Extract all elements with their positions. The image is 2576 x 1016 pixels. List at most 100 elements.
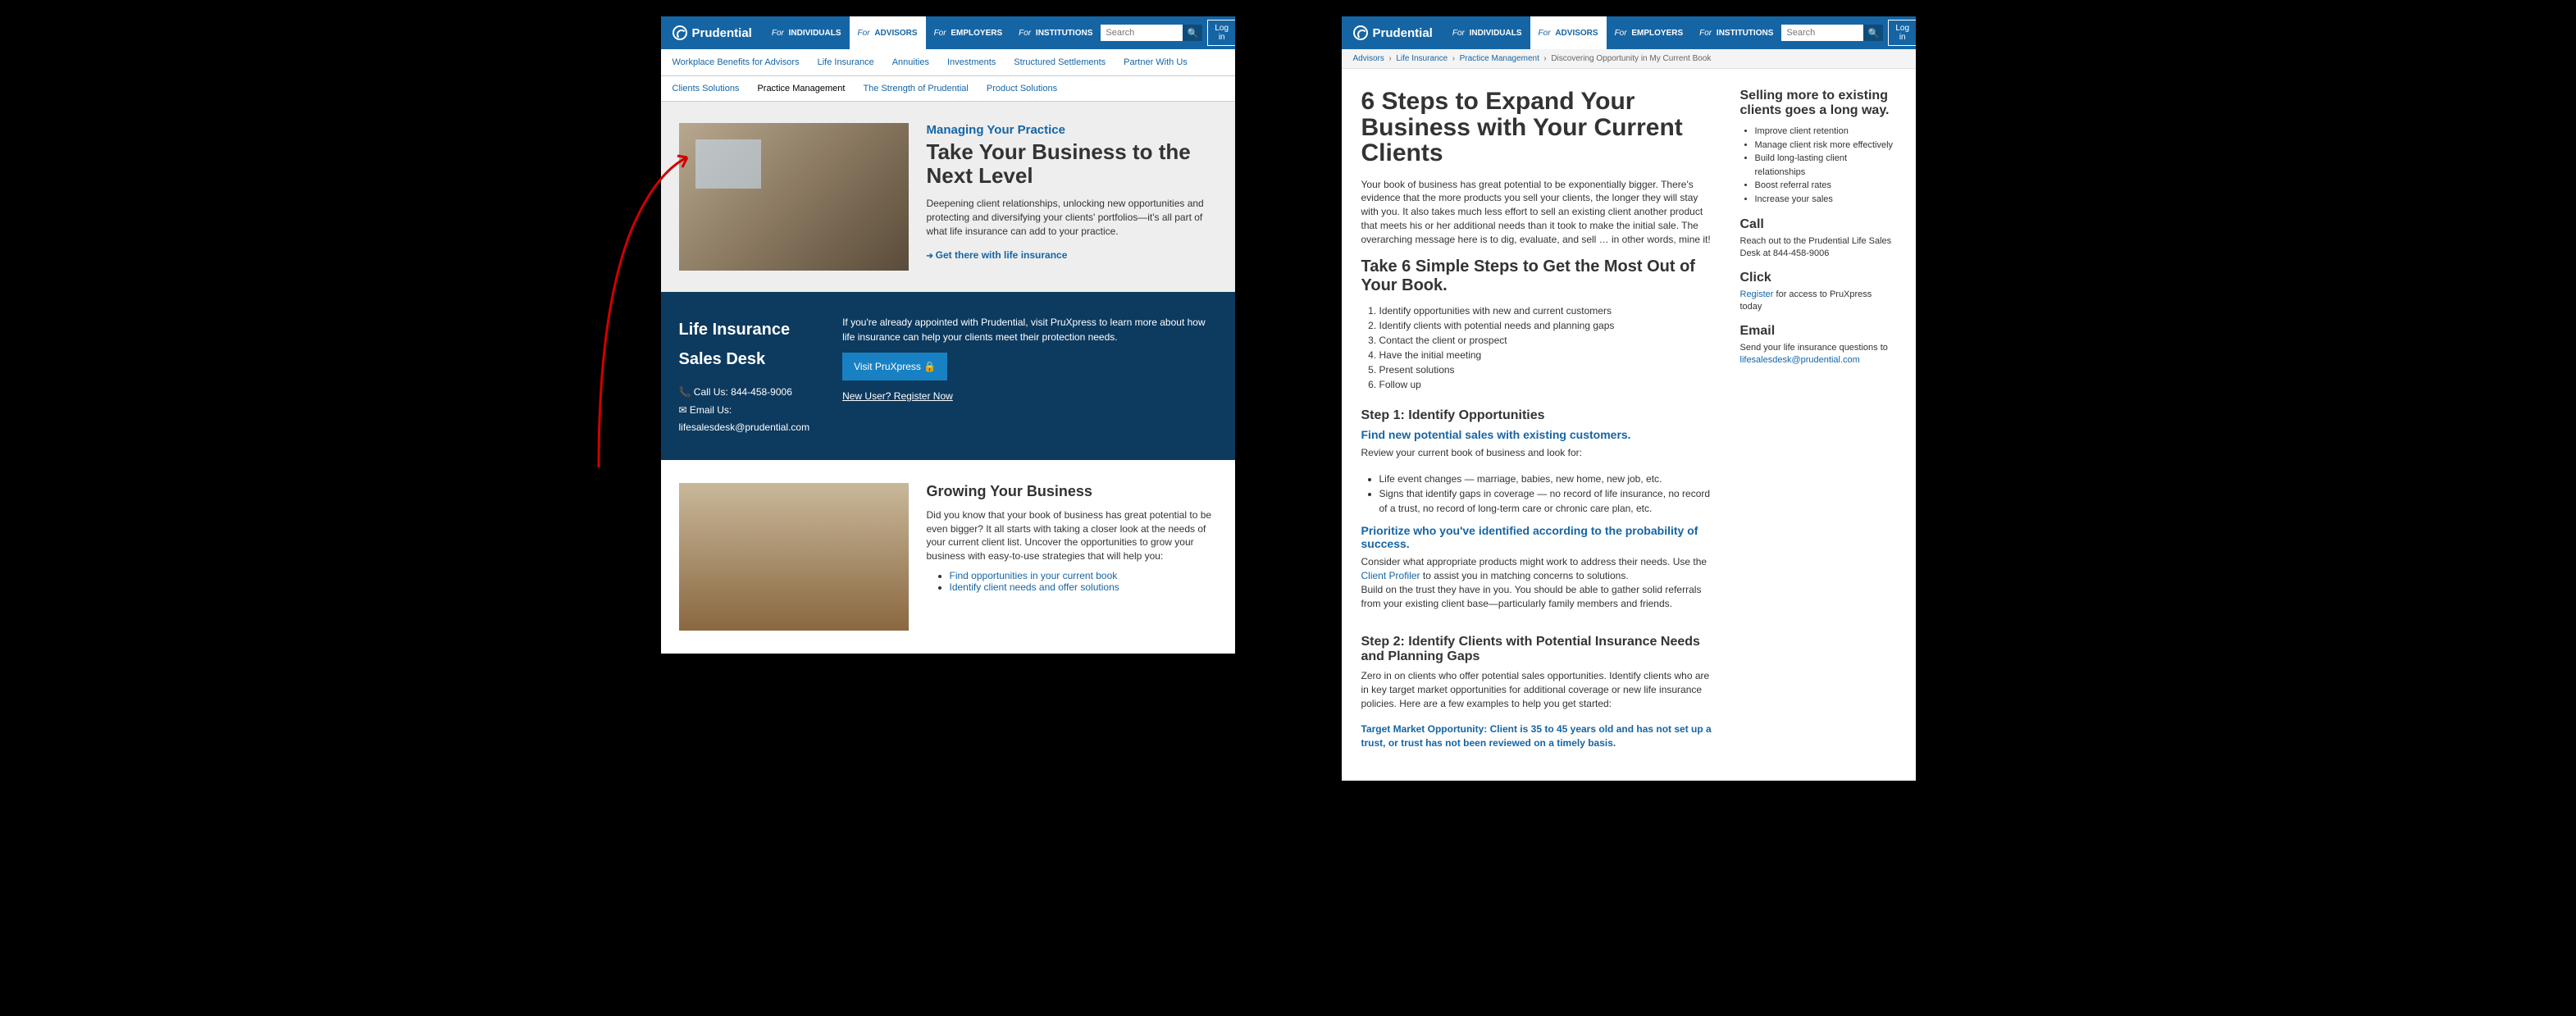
browser-left: Prudential For INDIVIDUALS For ADVISORS … [661, 16, 1235, 654]
step-item: Follow up [1379, 377, 1716, 392]
list-item: Boost referral rates [1755, 179, 1896, 193]
step-item: Contact the client or prospect [1379, 333, 1716, 348]
logo-icon [672, 25, 687, 40]
search-button[interactable]: 🔍 [1863, 25, 1883, 41]
side-click-heading: Click [1740, 271, 1896, 285]
audience-nav: For INDIVIDUALS For ADVISORS For EMPLOYE… [764, 16, 1101, 49]
step1-bullets: Life event changes — marriage, babies, n… [1361, 472, 1716, 516]
step-item: Present solutions [1379, 362, 1716, 377]
search-input[interactable] [1781, 25, 1863, 41]
top-tools: 🔍 Log in Open an account [1101, 16, 1234, 51]
step-item: Have the initial meeting [1379, 348, 1716, 362]
search: 🔍 [1101, 25, 1202, 41]
login-button[interactable]: Log in [1207, 20, 1234, 46]
hero-image [679, 123, 909, 271]
nav-individuals[interactable]: For INDIVIDUALS [764, 16, 850, 49]
step-item: Identify opportunities with new and curr… [1379, 303, 1716, 318]
section-subnav: Clients Solutions Practice Management Th… [661, 76, 1235, 102]
step1-prioritize: Prioritize who you've identified accordi… [1361, 524, 1716, 550]
desk-left: Life Insurance Sales Desk 📞 Call Us: 844… [679, 315, 810, 437]
crumb-current: Discovering Opportunity in My Current Bo… [1551, 54, 1711, 63]
brand-logo[interactable]: Prudential [672, 25, 752, 40]
nav-employers[interactable]: For EMPLOYERS [926, 16, 1011, 49]
desk-email-link[interactable]: lifesalesdesk@prudential.com [679, 421, 810, 433]
breadcrumb: Advisors › Life Insurance › Practice Man… [1342, 49, 1916, 69]
top-tools: 🔍 Log in Open an account [1781, 16, 1915, 51]
nav-institutions[interactable]: For INSTITUTIONS [1010, 16, 1101, 49]
search-button[interactable]: 🔍 [1183, 25, 1202, 41]
product-subnav: Workplace Benefits for Advisors Life Ins… [661, 49, 1235, 76]
steps-list: Identify opportunities with new and curr… [1361, 303, 1716, 392]
subnav2-strength[interactable]: The Strength of Prudential [863, 84, 968, 93]
brand-logo[interactable]: Prudential [1353, 25, 1433, 40]
subnav2-practice-management[interactable]: Practice Management [757, 84, 845, 93]
subnav-structured-settlements[interactable]: Structured Settlements [1014, 57, 1106, 67]
article-title: 6 Steps to Expand Your Business with You… [1361, 89, 1716, 166]
steps-heading: Take 6 Simple Steps to Get the Most Out … [1361, 257, 1716, 295]
nav-individuals[interactable]: For INDIVIDUALS [1444, 16, 1530, 49]
nav-advisors[interactable]: For ADVISORS [1530, 16, 1607, 49]
step-item: Identify clients with potential needs an… [1379, 318, 1716, 333]
side-email-text: Send your life insurance questions to li… [1740, 342, 1896, 367]
register-link[interactable]: New User? Register Now [842, 390, 953, 402]
browser-right: Prudential For INDIVIDUALS For ADVISORS … [1342, 16, 1916, 781]
list-item: Signs that identify gaps in coverage — n… [1379, 486, 1716, 516]
list-item: Life event changes — marriage, babies, n… [1379, 472, 1716, 486]
hero-cta-link[interactable]: Get there with life insurance [927, 249, 1068, 261]
subnav-partner[interactable]: Partner With Us [1124, 57, 1188, 67]
logo-icon [1353, 25, 1368, 40]
grow-title: Growing Your Business [927, 483, 1217, 500]
subnav2-clients[interactable]: Clients Solutions [672, 84, 740, 93]
subnav2-product-solutions[interactable]: Product Solutions [987, 84, 1057, 93]
growing-section: Growing Your Business Did you know that … [661, 460, 1235, 654]
side-click-text: Register for access to PruXpress today [1740, 289, 1896, 314]
nav-institutions[interactable]: For INSTITUTIONS [1691, 16, 1781, 49]
search: 🔍 [1781, 25, 1883, 41]
nav-advisors[interactable]: For ADVISORS [850, 16, 926, 49]
list-item: Improve client retention [1755, 125, 1896, 139]
list-item: Build long-lasting client relationships [1755, 152, 1896, 179]
side-email-heading: Email [1740, 324, 1896, 339]
crumb-advisors[interactable]: Advisors [1353, 54, 1384, 63]
hero-title: Take Your Business to the Next Level [927, 140, 1217, 187]
desk-call: 📞 Call Us: 844-458-9006 [679, 384, 810, 402]
login-button[interactable]: Log in [1888, 20, 1915, 46]
hero-body: Deepening client relationships, unlockin… [927, 197, 1217, 238]
search-input[interactable] [1101, 25, 1183, 41]
article-sidebar: Selling more to existing clients goes a … [1740, 89, 1896, 761]
grow-body: Did you know that your book of business … [927, 508, 1217, 563]
top-bar: Prudential For INDIVIDUALS For ADVISORS … [1342, 16, 1916, 49]
subnav-life-insurance[interactable]: Life Insurance [818, 57, 874, 67]
article: 6 Steps to Expand Your Business with You… [1342, 69, 1916, 781]
grow-copy: Growing Your Business Did you know that … [927, 483, 1217, 631]
side-call-heading: Call [1740, 217, 1896, 232]
target-market-opportunity: Target Market Opportunity: Client is 35 … [1361, 722, 1716, 750]
side-benefits: Improve client retention Manage client r… [1740, 125, 1896, 206]
subnav-annuities[interactable]: Annuities [892, 57, 929, 67]
nav-employers[interactable]: For EMPLOYERS [1607, 16, 1692, 49]
step1-lead: Review your current book of business and… [1361, 446, 1716, 460]
subnav-investments[interactable]: Investments [947, 57, 996, 67]
hero-eyebrow: Managing Your Practice [927, 123, 1217, 137]
grow-image [679, 483, 909, 631]
subnav-workplace-benefits[interactable]: Workplace Benefits for Advisors [672, 57, 800, 67]
article-intro: Your book of business has great potentia… [1361, 178, 1716, 247]
side-register-link[interactable]: Register [1740, 289, 1774, 299]
crumb-practice-management[interactable]: Practice Management [1460, 54, 1539, 63]
grow-link-1[interactable]: Find opportunities in your current book [950, 570, 1118, 581]
list-item: Increase your sales [1755, 193, 1896, 207]
article-main: 6 Steps to Expand Your Business with You… [1361, 89, 1716, 761]
client-profiler-link[interactable]: Client Profiler [1361, 570, 1420, 581]
side-email-link[interactable]: lifesalesdesk@prudential.com [1740, 355, 1860, 365]
side-heading: Selling more to existing clients goes a … [1740, 89, 1896, 118]
step2-heading: Step 2: Identify Clients with Potential … [1361, 635, 1716, 664]
grow-link-2[interactable]: Identify client needs and offer solution… [950, 581, 1119, 593]
desk-right: If you're already appointed with Prudent… [842, 315, 1216, 437]
audience-nav: For INDIVIDUALS For ADVISORS For EMPLOYE… [1444, 16, 1782, 49]
desk-title: Life Insurance Sales Desk [679, 315, 810, 374]
sales-desk: Life Insurance Sales Desk 📞 Call Us: 844… [661, 292, 1235, 460]
step1-heading: Step 1: Identify Opportunities [1361, 408, 1716, 423]
step1-subheading: Find new potential sales with existing c… [1361, 428, 1716, 441]
visit-pruxpress-button[interactable]: Visit PruXpress [842, 353, 947, 380]
crumb-life-insurance[interactable]: Life Insurance [1396, 54, 1448, 63]
